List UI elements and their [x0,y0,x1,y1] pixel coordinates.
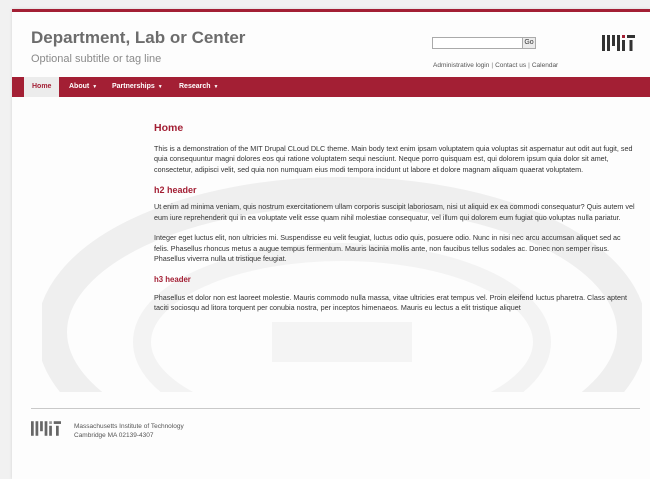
contact-us-link[interactable]: Contact us [495,62,526,69]
footer-institute-name: Massachusetts Institute of Technology [74,423,184,430]
body-paragraph: Ut enim ad minima veniam, quis nostrum e… [154,201,635,222]
footer-city-zip: Cambridge MA 02139-4307 [74,432,154,439]
caret-down-icon: ▼ [157,84,163,90]
site-subtitle: Optional subtitle or tag line [31,53,162,65]
utility-links: Administrative login | Contact us | Calendar [433,62,558,69]
nav-item-about[interactable]: About ▼ [69,77,97,97]
nav-item-label: Research [179,83,211,90]
calendar-link[interactable]: Calendar [532,62,558,69]
caret-down-icon: ▼ [213,84,219,90]
admin-login-link[interactable]: Administrative login [433,62,489,69]
search-go-button[interactable]: Go [522,37,536,49]
footer-address: Massachusetts Institute of Technology Ca… [74,422,184,440]
nav-item-partnerships[interactable]: Partnerships ▼ [112,77,163,97]
footer-divider [31,408,640,409]
site-title[interactable]: Department, Lab or Center [31,28,245,48]
nav-item-label: Partnerships [112,83,155,90]
h2-header: h2 header [154,185,197,196]
nav-item-home[interactable]: Home [24,77,60,97]
nav-item-label: About [69,83,90,90]
nav-item-label: Home [32,83,52,90]
caret-down-icon: ▼ [92,84,98,90]
main-nav: Home About ▼ Partnerships ▼ Research ▼ [12,77,650,97]
body-paragraph: Integer eget luctus elit, non ultricies … [154,233,621,264]
footer-mit-logo[interactable] [31,421,61,436]
main-content: Home This is a demonstration of the MIT … [154,123,636,324]
mit-logo[interactable] [602,35,635,51]
body-paragraph: Phasellus et dolor non est laoreet moles… [154,292,628,313]
search-input[interactable] [432,37,524,49]
page-title: Home [154,122,184,134]
body-paragraph: This is a demonstration of the MIT Drupa… [154,143,633,174]
h3-header: h3 header [154,274,191,284]
nav-item-research[interactable]: Research ▼ [179,77,218,97]
page-container: Department, Lab or Center Optional subti… [12,9,650,479]
